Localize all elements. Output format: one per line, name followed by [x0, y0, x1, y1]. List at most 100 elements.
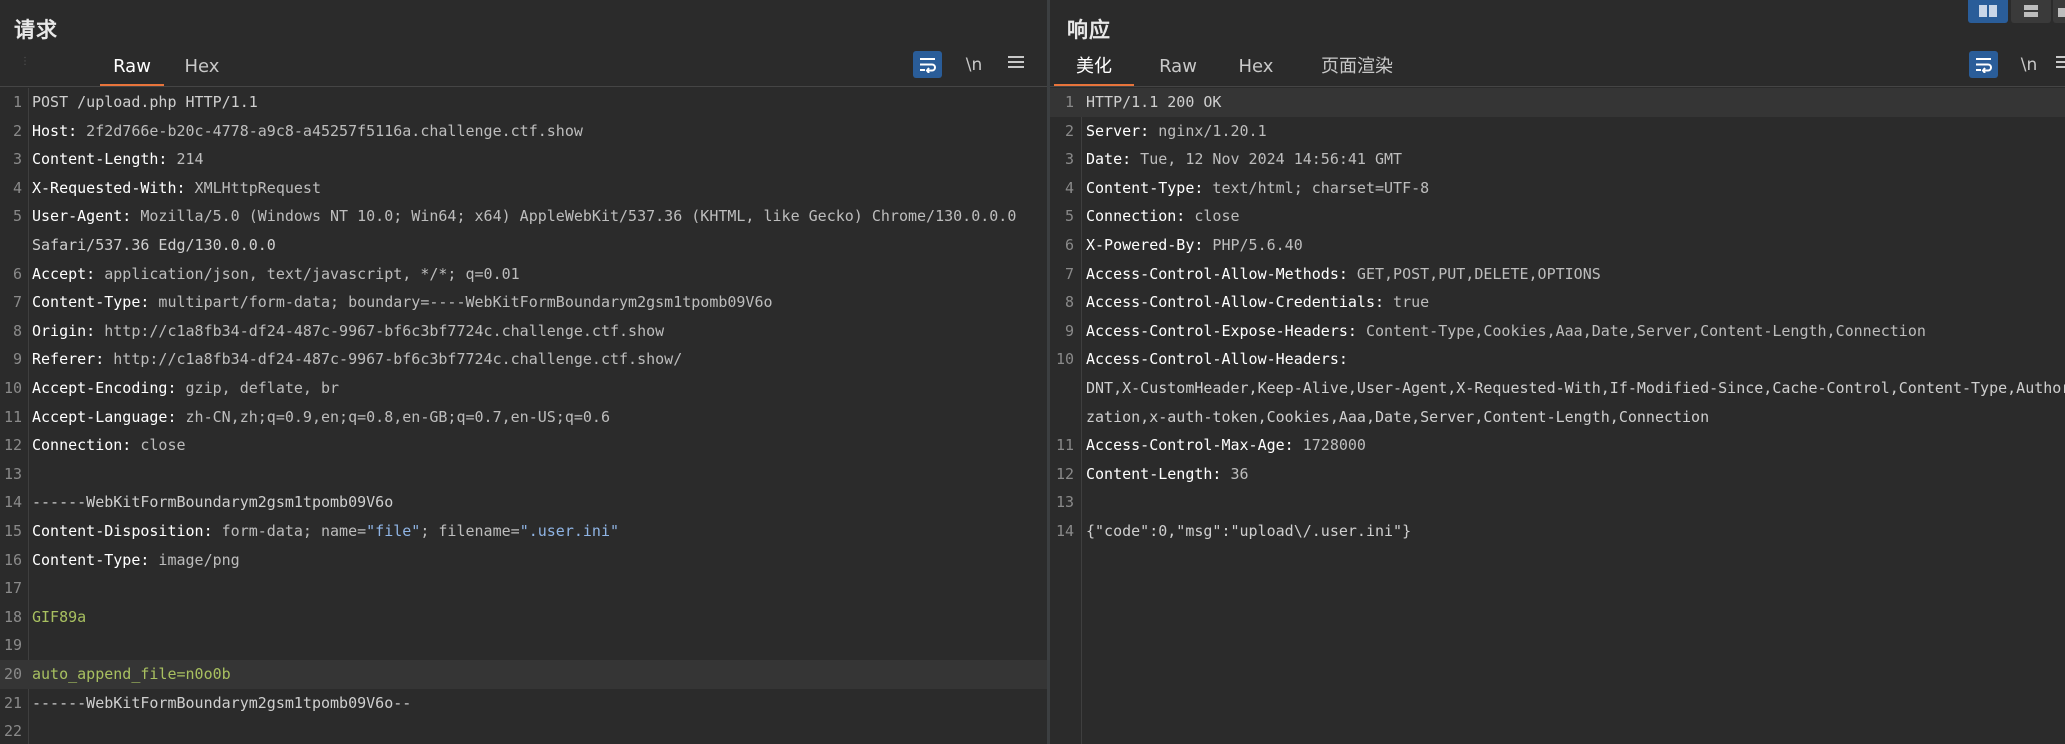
line-content: X-Powered-By: PHP/5.6.40 [1086, 231, 1303, 260]
body-text: auto_append_file=n0o0b [32, 665, 231, 683]
header-name: Content-Type: [32, 550, 150, 569]
line-number: 13 [1055, 493, 1074, 512]
header-value: application/json, text/javascript, */*; … [95, 264, 520, 283]
response-tab-raw[interactable]: Raw [1146, 50, 1210, 84]
show-newlines-button[interactable]: \n [960, 51, 988, 79]
header-name: Content-Length: [32, 150, 168, 169]
response-editor[interactable]: 1 HTTP/1.1 200 OK 2 Server: nginx/1.20.1 3 Da… [1050, 88, 2065, 744]
header-value: image/png [149, 550, 240, 569]
line-content: Content-Length: 36 [1086, 460, 1249, 489]
header-value: ------WebKitFormBoundarym2gsm1tpomb09V6o [32, 493, 394, 512]
split-vertical-button[interactable] [2011, 0, 2051, 23]
response-header-divider [1050, 86, 2065, 87]
response-tab-hex[interactable]: Hex [1226, 50, 1286, 84]
request-code-line: Safari/537.36 Edg/130.0.0.0 [0, 231, 1047, 260]
response-menu-button[interactable] [2055, 51, 2065, 79]
line-number: 4 [12, 178, 22, 197]
request-code-line: 8 Origin: http://c1a8fb34-df24-487c-9967-… [0, 317, 1047, 346]
request-code-line: 17 [0, 574, 1047, 603]
header-value: multipart/form-data; boundary=----WebKit… [149, 293, 773, 312]
line-content: HTTP/1.1 200 OK [1086, 88, 1221, 117]
line-content: Access-Control-Allow-Credentials: true [1086, 288, 1429, 317]
line-number: 13 [3, 464, 22, 483]
line-content: Host: 2f2d766e-b20c-4778-a9c8-a45257f511… [32, 117, 583, 146]
response-code-line: 13 [1050, 488, 2065, 517]
line-number: 5 [12, 207, 22, 226]
line-number: 18 [3, 607, 22, 626]
line-number: 8 [1064, 293, 1074, 312]
request-code-line: 21 ------WebKitFormBoundarym2gsm1tpomb09V… [0, 689, 1047, 718]
header-value: Tue, 12 Nov 2024 14:56:41 GMT [1131, 150, 1403, 169]
request-tab-raw[interactable]: Raw [100, 50, 164, 87]
response-show-newlines-button[interactable]: \n [2015, 51, 2043, 79]
response-code-line: 12 Content-Length: 36 [1050, 460, 2065, 489]
line-content: ------WebKitFormBoundarym2gsm1tpomb09V6o… [32, 689, 411, 718]
response-code-line: 6 X-Powered-By: PHP/5.6.40 [1050, 231, 2065, 260]
line-content: DNT,X-CustomHeader,Keep-Alive,User-Agent… [1086, 374, 2065, 403]
menu-icon [2056, 56, 2065, 68]
response-pane: 响应 美化 Raw Hex 页面渲染 \n 1 HTTP/1.1 200 OK … [1050, 0, 2065, 744]
line-number: 22 [3, 722, 22, 741]
header-name: X-Requested-With: [32, 178, 186, 197]
response-wrap-lines-button[interactable] [1969, 51, 1998, 78]
header-value: nginx/1.20.1 [1149, 121, 1267, 140]
line-number: 3 [12, 150, 22, 169]
header-value: Safari/537.36 Edg/130.0.0.0 [32, 236, 276, 254]
header-value: gzip, deflate, br [176, 379, 340, 397]
response-tab-render[interactable]: 页面渲染 [1312, 50, 1402, 84]
request-code-line: 5 User-Agent: Mozilla/5.0 (Windows NT 10.… [0, 202, 1047, 231]
line-number: 2 [12, 121, 22, 140]
header-value: http://c1a8fb34-df24-487c-9967-bf6c3bf77… [95, 321, 665, 340]
line-content: Content-Length: 214 [32, 145, 204, 174]
header-name: Connection: [1086, 207, 1186, 226]
header-name: Server: [1086, 121, 1150, 140]
header-name: Date: [1086, 150, 1132, 169]
line-number: 16 [3, 550, 22, 569]
header-value: zh-CN,zh;q=0.9,en;q=0.8,en-GB;q=0.7,en-U… [176, 407, 610, 426]
header-value: PHP/5.6.40 [1203, 236, 1303, 254]
tabbed-layout-button[interactable] [2053, 0, 2065, 23]
request-code-line: 15 Content-Disposition: form-data; name="… [0, 517, 1047, 546]
header-value: 214 [167, 150, 204, 169]
header-name: Content-Type: [32, 293, 150, 312]
request-editor[interactable]: 1 POST /upload.php HTTP/1.1 2 Host: 2f2d766… [0, 88, 1047, 744]
line-number: 10 [3, 379, 22, 397]
response-code-line: 4 Content-Type: text/html; charset=UTF-8 [1050, 174, 2065, 203]
body-text: GIF89a [32, 607, 87, 626]
request-title: 请求 [14, 18, 58, 42]
line-number: 4 [1064, 178, 1074, 197]
header-value: 36 [1221, 464, 1249, 483]
header-name: Origin: [32, 321, 96, 340]
header-name: Access-Control-Max-Age: [1086, 436, 1294, 455]
response-code-line: 1 HTTP/1.1 200 OK [1050, 88, 2065, 117]
line-number: 14 [1055, 522, 1074, 540]
request-menu-button[interactable] [1004, 51, 1028, 79]
request-tab-hex[interactable]: Hex [172, 50, 232, 84]
line-content: zation,x-auth-token,Cookies,Aaa,Date,Ser… [1086, 403, 1709, 432]
line-number: 3 [1064, 150, 1074, 169]
quoted-string: "file" [366, 522, 421, 540]
header-value: text/html; charset=UTF-8 [1203, 178, 1430, 197]
response-code-line: 11 Access-Control-Max-Age: 1728000 [1050, 431, 2065, 460]
wrap-lines-icon [920, 58, 936, 74]
header-name: Access-Control-Expose-Headers: [1086, 321, 1357, 340]
request-pane: 请求 ⋮ Raw Hex \n 1 POST /upload.php HTTP/1… [0, 0, 1047, 744]
header-name: Content-Disposition: [32, 522, 213, 540]
line-number: 15 [3, 522, 22, 540]
wrap-lines-button[interactable] [913, 51, 942, 78]
request-code-line: 7 Content-Type: multipart/form-data; boun… [0, 288, 1047, 317]
request-code-line: 4 X-Requested-With: XMLHttpRequest [0, 174, 1047, 203]
split-horizontal-button[interactable] [1968, 0, 2008, 23]
response-code-line: 14 {"code":0,"msg":"upload\/.user.ini"} [1050, 517, 2065, 546]
request-code-line: 18 GIF89a [0, 603, 1047, 632]
line-content: POST /upload.php HTTP/1.1 [32, 88, 258, 117]
header-name: Accept-Encoding: [32, 379, 177, 397]
line-number: 20 [3, 665, 22, 683]
wrap-lines-icon [1976, 58, 1992, 74]
header-value: 2f2d766e-b20c-4778-a9c8-a45257f5116a.cha… [77, 121, 583, 140]
line-content: Access-Control-Allow-Headers: [1086, 345, 1348, 374]
line-content: Access-Control-Allow-Methods: GET,POST,P… [1086, 260, 1601, 289]
header-name: Referer: [32, 350, 105, 369]
response-tab-pretty[interactable]: 美化 [1054, 50, 1134, 87]
line-content: Content-Type: image/png [32, 546, 240, 575]
